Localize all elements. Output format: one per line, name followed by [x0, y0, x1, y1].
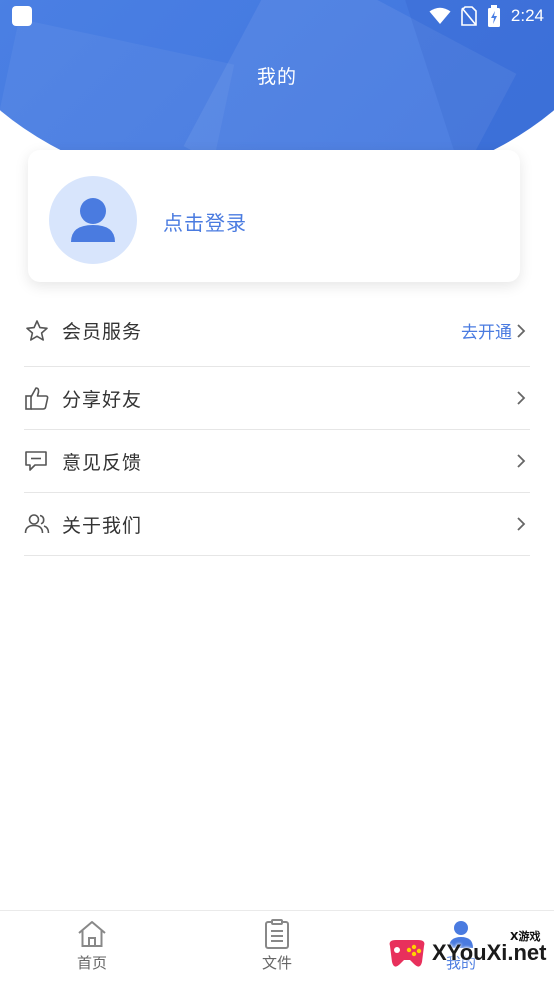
menu-item-label: 分享好友 — [62, 388, 143, 411]
home-icon — [78, 921, 106, 947]
status-bar: 2:24 — [0, 0, 554, 34]
menu-item-label: 关于我们 — [62, 514, 143, 537]
clipboard-icon — [265, 919, 289, 949]
menu-item-label: 会员服务 — [62, 321, 143, 343]
tab-label: 首页 — [76, 954, 107, 972]
chevron-right-icon — [517, 323, 526, 338]
menu-item-about[interactable]: 关于我们 — [24, 493, 530, 556]
watermark-text: XYouXi.net — [432, 940, 547, 965]
menu-item-label: 意见反馈 — [62, 451, 143, 474]
login-card[interactable]: 点击登录 — [28, 150, 520, 282]
thumbs-up-icon — [24, 385, 50, 411]
wifi-icon — [429, 7, 451, 24]
tab-home[interactable]: 首页 — [47, 919, 137, 973]
status-time: 2:24 — [510, 6, 544, 25]
menu-item-feedback[interactable]: 意见反馈 — [24, 430, 530, 493]
star-icon — [24, 318, 50, 344]
menu-item-vip[interactable]: 会员服务 去开通 — [24, 295, 530, 367]
watermark: X游戏 XYouXi.net — [384, 926, 550, 982]
tab-files[interactable]: 文件 — [232, 919, 322, 973]
notification-icon — [12, 6, 32, 26]
menu-item-share[interactable]: 分享好友 — [24, 367, 530, 430]
profile-screen: 2:24 我的 点击登录 会员服务 去开通 分享好友 意见反馈 关于我们 首页 … — [0, 0, 554, 986]
users-icon — [24, 511, 50, 537]
chevron-right-icon — [517, 517, 526, 531]
page-title: 我的 — [256, 66, 297, 88]
menu-list: 会员服务 去开通 分享好友 意见反馈 关于我们 — [24, 295, 530, 556]
battery-charging-icon — [487, 5, 500, 27]
activate-link[interactable]: 去开通 — [461, 318, 512, 343]
gamepad-logo-icon — [389, 940, 425, 967]
avatar[interactable] — [49, 176, 137, 264]
no-sim-icon — [461, 6, 477, 26]
chevron-right-icon — [517, 454, 526, 468]
chevron-right-icon — [517, 391, 526, 405]
login-link[interactable]: 点击登录 — [163, 207, 247, 236]
default-avatar-icon — [71, 198, 115, 242]
feedback-icon — [24, 448, 50, 474]
tab-label: 文件 — [261, 954, 292, 972]
